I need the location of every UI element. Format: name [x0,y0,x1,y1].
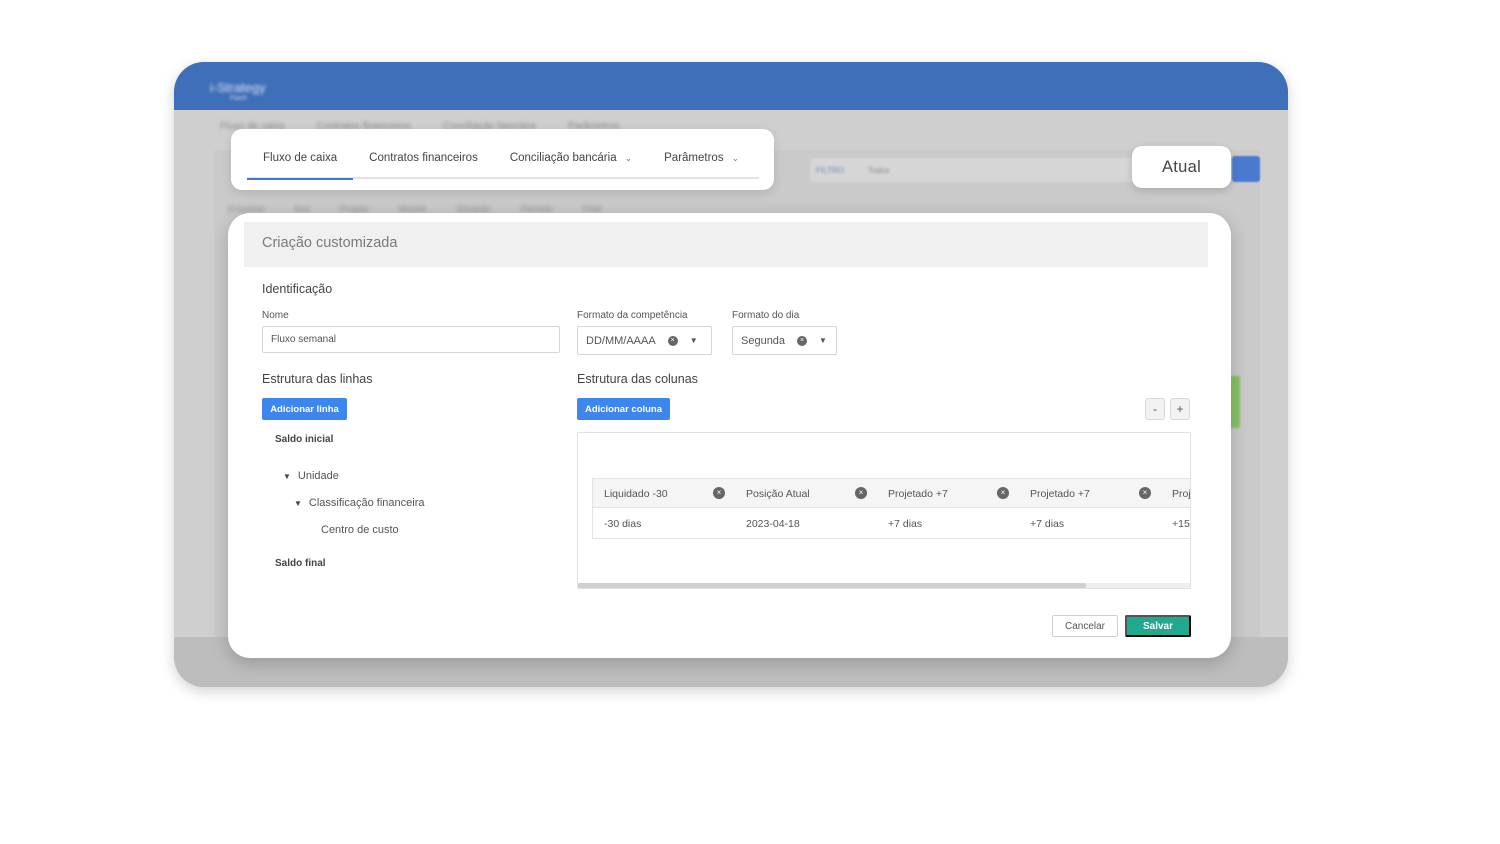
competence-format-label: Formato da competência [577,310,688,321]
tab-label: Contratos financeiros [369,152,478,164]
tree-item-centro-de-custo[interactable]: Centro de custo [321,524,399,536]
column-value: +15 dias [1172,517,1190,530]
column-header[interactable]: Projetado +7 × [877,479,1019,508]
zoom-out-button[interactable]: - [1145,398,1165,420]
chevron-down-icon: ⌄ [624,152,633,163]
tab-parametros[interactable]: Parâmetros ⌄ [648,138,755,178]
tree-item-saldo-inicial[interactable]: Saldo inicial [275,434,333,445]
nav-card: Fluxo de caixa Contratos financeiros Con… [231,129,774,190]
app-logo-subtitle: Flash [230,95,248,102]
zoom-in-button[interactable]: + [1170,398,1190,420]
clear-icon[interactable]: × [797,335,808,346]
remove-column-icon[interactable]: × [1139,487,1151,499]
column-header-label: Posição Atual [746,487,810,500]
tree-item-label: Unidade [297,470,339,482]
app-search-text: Todos [868,166,890,175]
app-search-label: FILTRO [816,166,844,175]
day-format-select[interactable]: Segunda × ▼ [732,326,837,355]
chevron-down-icon: ⌄ [731,152,740,163]
column-header[interactable]: Projetado +15 [1161,479,1191,508]
remove-column-icon[interactable]: × [997,487,1009,499]
column-header-label: Projetado +15 [1172,487,1191,500]
custom-creation-modal: Criação customizada Identificação Nome F… [228,213,1231,658]
column-header[interactable]: Posição Atual × [735,479,877,508]
save-button[interactable]: Salvar [1125,615,1191,637]
tree-item-classificacao[interactable]: ▼ Classificação financeira [294,497,424,509]
tab-contratos-financeiros[interactable]: Contratos financeiros [353,138,494,178]
column-value: -30 dias [604,517,642,530]
caret-down-icon[interactable]: ▼ [283,472,291,481]
scrollbar-thumb[interactable] [578,583,1086,588]
tab-conciliacao-bancaria[interactable]: Conciliação bancária ⌄ [494,138,648,178]
caret-down-icon[interactable]: ▼ [819,336,827,345]
column-header[interactable]: Projetado +7 × [1019,479,1161,508]
nav-tabs: Fluxo de caixa Contratos financeiros Con… [247,138,759,180]
competence-format-value: DD/MM/AAAA [586,334,656,347]
cancel-button[interactable]: Cancelar [1052,615,1118,637]
column-value: +7 dias [888,517,923,530]
horizontal-scrollbar[interactable] [578,583,1190,588]
column-value: 2023-04-18 [746,517,800,530]
tree-item-label: Classificação financeira [308,497,425,509]
atual-badge: Atual [1132,146,1231,188]
caret-down-icon[interactable]: ▼ [294,499,302,508]
app-logo: i-Strategy [210,80,266,95]
tree-item-label: Centro de custo [321,524,399,536]
tree-item-label: Saldo inicial [275,434,334,445]
tab-label: Fluxo de caixa [263,152,338,164]
tab-label: Conciliação bancária [509,152,617,164]
name-input[interactable] [262,326,560,353]
columns-table: Liquidado -30 × Posição Atual × Projetad… [592,478,1191,539]
clear-icon[interactable]: × [667,335,678,346]
column-header-label: Projetado +7 [1030,487,1090,500]
columns-preview: Liquidado -30 × Posição Atual × Projetad… [577,432,1191,589]
column-header-label: Projetado +7 [888,487,948,500]
column-value: +7 dias [1030,517,1065,530]
column-header[interactable]: Liquidado -30 × [593,479,735,508]
tree-item-saldo-final[interactable]: Saldo final [275,558,326,569]
tree-item-label: Saldo final [275,558,326,569]
tab-fluxo-de-caixa[interactable]: Fluxo de caixa [247,138,354,180]
tree-item-unidade[interactable]: ▼ Unidade [283,470,339,482]
tab-label: Parâmetros [664,152,724,164]
add-column-button[interactable]: Adicionar coluna [577,398,670,420]
caret-down-icon[interactable]: ▼ [690,336,698,345]
modal-header: Criação customizada [244,222,1208,267]
app-search-button [1232,156,1260,182]
modal-title: Criação customizada [262,235,398,251]
day-format-value: Segunda [741,334,786,347]
name-label: Nome [262,310,289,321]
columns-structure-title: Estrutura das colunas [577,372,698,386]
day-format-label: Formato do dia [732,310,800,321]
remove-column-icon[interactable]: × [855,487,867,499]
app-header: i-Strategy Flash [174,62,1288,110]
add-row-button[interactable]: Adicionar linha [262,398,347,420]
column-header-label: Liquidado -30 [604,487,668,500]
remove-column-icon[interactable]: × [713,487,725,499]
rows-structure-title: Estrutura das linhas [262,372,373,386]
identification-title: Identificação [262,282,333,296]
competence-format-select[interactable]: DD/MM/AAAA × ▼ [577,326,712,355]
